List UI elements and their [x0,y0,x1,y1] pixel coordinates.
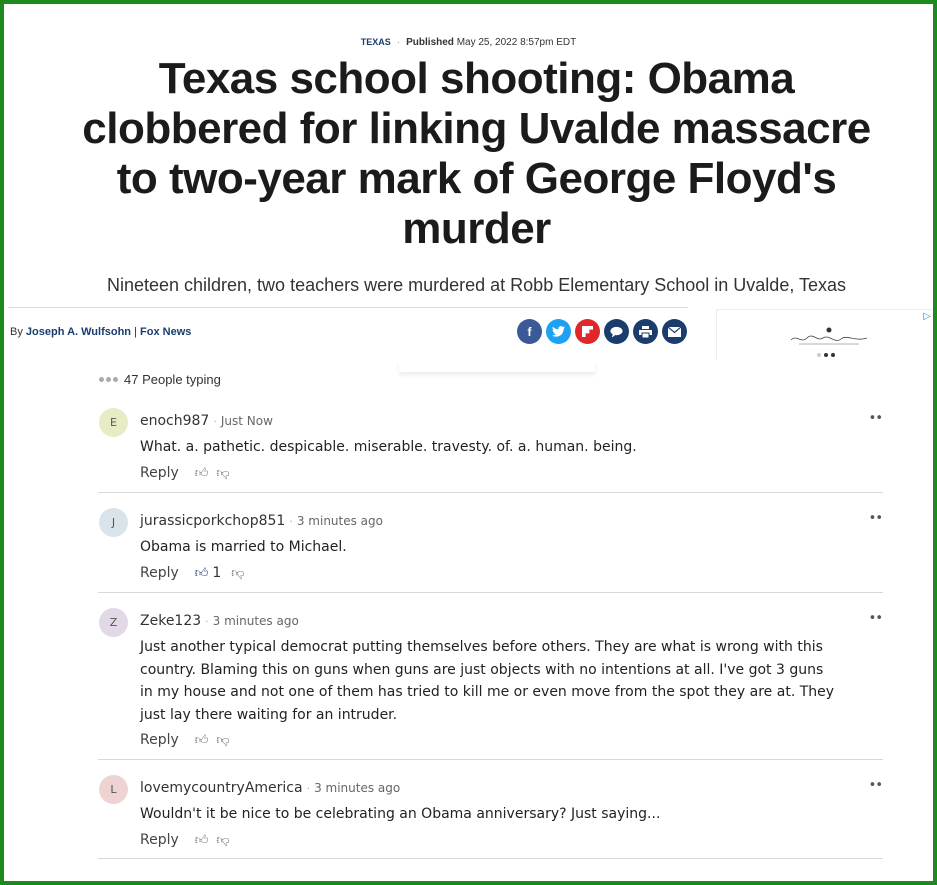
comment-body: Obama is married to Michael. [140,539,347,555]
comment-actions: Reply 👍︎ 👎︎ [140,732,238,748]
comment-actions: Reply 👍︎ 1 👎︎ [140,565,253,581]
divider [8,307,688,308]
reply-button[interactable]: Reply [140,832,179,848]
email-icon[interactable] [662,319,687,344]
thumbs-down-icon[interactable]: 👎︎ [216,466,229,481]
flipboard-icon[interactable] [575,319,600,344]
comment: Z Zeke123 · 3 minutes ago •• Just another … [98,608,883,760]
typing-shadow [399,360,595,372]
more-options-icon[interactable]: •• [869,411,883,426]
reply-button[interactable]: Reply [140,732,179,748]
comment-username[interactable]: jurassicporkchop851 [140,513,285,529]
comment: J jurassicporkchop851 · 3 minutes ago •• O… [98,508,883,593]
ad-signature-image [789,326,869,350]
avatar[interactable]: J [99,508,128,537]
advertisement[interactable]: ▷ [716,309,935,360]
comment: L lovemycountryAmerica · 3 minutes ago •• … [98,775,883,859]
like-count: 1 [212,565,222,581]
comment-time: 3 minutes ago [212,614,299,628]
comment-username[interactable]: enoch987 [140,413,209,429]
more-options-icon[interactable]: •• [869,511,883,526]
print-icon[interactable] [633,319,658,344]
comment: E enoch987 · Just Now •• What. a. pathetic… [98,408,883,493]
thumbs-up-icon[interactable]: 👍︎ [195,566,209,581]
comment-time: 3 minutes ago [296,514,383,528]
avatar[interactable]: L [99,775,128,804]
more-options-icon[interactable]: •• [869,611,883,626]
section-link[interactable]: TEXAS [361,37,391,47]
outlet-link[interactable]: Fox News [140,326,191,338]
avatar[interactable]: E [99,408,128,437]
author-link[interactable]: Joseph A. Wulfsohn [26,326,131,338]
comment-header: jurassicporkchop851 · 3 minutes ago [140,513,383,529]
adchoices-icon[interactable]: ▷ [923,311,931,322]
comment-time: 3 minutes ago [314,781,401,795]
typing-dots-icon [99,377,118,382]
thumbs-up-icon[interactable]: 👍︎ [195,733,209,748]
thumbs-up-icon[interactable]: 👍︎ [195,466,209,481]
article-meta: TEXAS · Published May 25, 2022 8:57pm EDT [360,37,577,48]
thumbs-down-icon[interactable]: 👎︎ [231,566,244,581]
comment-body: What. a. pathetic. despicable. miserable… [140,439,637,455]
comment-body: Wouldn't it be nice to be celebrating an… [140,806,661,822]
reply-button[interactable]: Reply [140,565,179,581]
twitter-icon[interactable] [546,319,571,344]
byline: By Joseph A. Wulfsohn | Fox News [10,326,192,338]
comment-actions: Reply 👍︎ 👎︎ [140,832,238,848]
comment-time: Just Now [220,414,273,428]
comment-header: lovemycountryAmerica · 3 minutes ago [140,780,401,796]
thumbs-down-icon[interactable]: 👎︎ [216,733,229,748]
published-label: Published [406,37,454,48]
comment-username[interactable]: Zeke123 [140,613,201,629]
comments-icon[interactable] [604,319,629,344]
ad-carousel-dots[interactable] [817,353,835,357]
avatar[interactable]: Z [99,608,128,637]
reply-button[interactable]: Reply [140,465,179,481]
thumbs-down-icon[interactable]: 👎︎ [216,833,229,848]
comment-username[interactable]: lovemycountryAmerica [140,780,303,796]
comment-header: Zeke123 · 3 minutes ago [140,613,299,629]
typing-indicator: 47 People typing [99,372,221,387]
share-bar: f [517,319,687,344]
facebook-icon[interactable]: f [517,319,542,344]
published-date: May 25, 2022 8:57pm EDT [456,37,577,48]
comment-actions: Reply 👍︎ 👎︎ [140,465,238,481]
typing-text: 47 People typing [124,372,221,387]
comment-body: Just another typical democrat putting th… [140,639,835,723]
headline: Texas school shooting: Obama clobbered f… [82,54,871,253]
more-options-icon[interactable]: •• [869,778,883,793]
comment-header: enoch987 · Just Now [140,413,273,429]
subhead: Nineteen children, two teachers were mur… [106,275,847,295]
thumbs-up-icon[interactable]: 👍︎ [195,833,209,848]
